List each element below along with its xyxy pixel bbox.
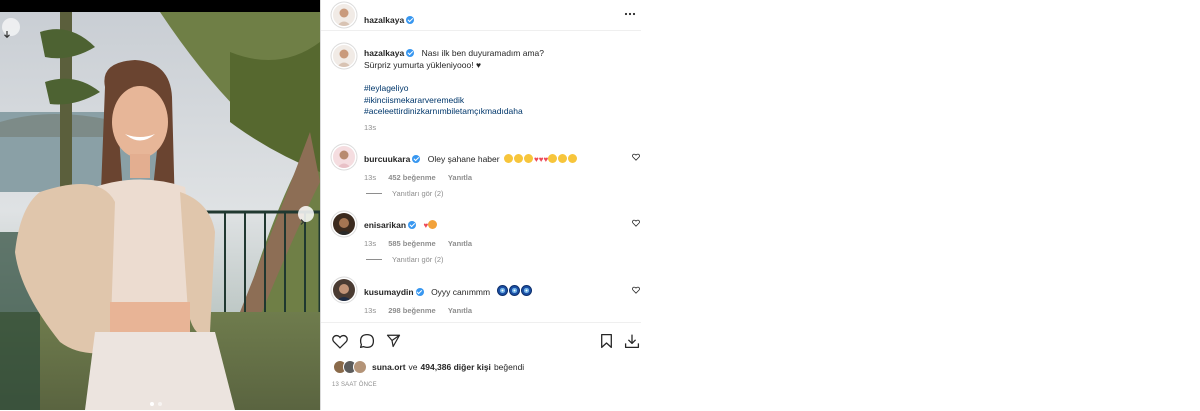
verified-icon [415, 288, 424, 296]
likes-summary: suna.ort ve 494,386 diğer kişi beğendi [333, 360, 524, 374]
comment-like-heart-icon[interactable] [632, 153, 640, 161]
avatar-image [333, 213, 355, 235]
replies-divider [366, 193, 382, 194]
comment-icon[interactable] [359, 333, 375, 349]
view-replies-label[interactable]: Yanıtları gör (2) [392, 255, 444, 264]
post-actions: suna.ort ve 494,386 diğer kişi beğendi 1… [321, 322, 641, 411]
post-timestamp: 13 SAAT ÖNCE [332, 382, 377, 388]
avatar-image [333, 146, 355, 168]
chevron-right-icon [300, 219, 305, 225]
download-icon [4, 31, 10, 39]
avatar-image [333, 4, 355, 26]
liker-username[interactable]: suna.ort [372, 362, 406, 372]
verified-icon [406, 49, 415, 57]
comment-likes[interactable]: 452 beğenme [388, 173, 436, 182]
verified-icon [406, 16, 415, 24]
caption-line-1: Nası ilk ben duyuramadım ama? [421, 48, 544, 58]
photo-top-bar [0, 0, 320, 12]
verified-icon [408, 221, 417, 229]
caption-time: 13s [364, 122, 377, 132]
comment-like-heart-icon[interactable] [632, 219, 640, 227]
comment-like-heart-icon[interactable] [632, 286, 640, 294]
comment-meta: 13s 452 beğenme Yanıtla [364, 173, 578, 182]
comment-avatar[interactable] [333, 279, 355, 301]
likes-connector: ve [408, 362, 418, 372]
post-photo[interactable] [0, 0, 320, 410]
likes-count[interactable]: 494,386 diğer kişi [421, 362, 491, 372]
comment-emojis [496, 282, 533, 299]
download-icon[interactable] [624, 333, 640, 349]
comment-time: 13s [364, 239, 377, 248]
comment-meta: 13s 298 beğenme Yanıtla [364, 306, 533, 315]
download-photo-button[interactable] [2, 18, 20, 39]
reply-button[interactable]: Yanıtla [448, 173, 472, 182]
share-icon[interactable] [386, 333, 401, 348]
replies-divider [366, 259, 382, 260]
comment-row: burcuukara Oley şahane haber ♥♥♥ 13s 452… [364, 149, 578, 182]
carousel-dot [150, 402, 154, 406]
view-replies[interactable]: Yanıtları gör (2) [366, 255, 444, 264]
comment-likes[interactable]: 585 beğenme [388, 239, 436, 248]
comment-row: kusumaydin Oyyy canımmm 13s 298 beğenme … [364, 282, 533, 315]
carousel-dots [150, 402, 162, 406]
heart-icon[interactable] [332, 334, 348, 349]
hashtag-link[interactable]: #leylageliyo [364, 83, 624, 95]
likes-suffix: beğendi [493, 362, 525, 372]
liker-avatars [333, 360, 367, 374]
reply-button[interactable]: Yanıtla [448, 239, 472, 248]
verified-icon [412, 155, 421, 163]
photo-illustration [0, 12, 320, 410]
caption-avatar[interactable] [333, 45, 355, 67]
hashtag-link[interactable]: #ikinciismekararveremedik [364, 95, 624, 107]
post-side-panel: hazalkaya hazalkaya Nası ilk ben duyuram… [320, 0, 641, 410]
bookmark-icon[interactable] [600, 333, 613, 349]
comment-text: Oley şahane haber [427, 154, 500, 164]
avatar-image [333, 45, 355, 67]
caption-block: hazalkaya Nası ilk ben duyuramadım ama? … [364, 46, 624, 134]
hashtag-link[interactable]: #aceleettirdinizkarnımbiletamçıkmadıdaha [364, 106, 624, 118]
post-header: hazalkaya [321, 0, 641, 31]
comment-meta: 13s 585 beğenme Yanıtla [364, 239, 472, 248]
comment-avatar[interactable] [333, 213, 355, 235]
carousel-dot [158, 402, 162, 406]
comment-time: 13s [364, 306, 377, 315]
liker-avatar [353, 360, 367, 374]
next-photo-button[interactable] [298, 206, 314, 225]
header-username-wrap: hazalkaya [364, 10, 415, 28]
comment-emojis: ♥ [424, 215, 439, 232]
comment-username[interactable]: kusumaydin [364, 287, 414, 297]
comment-emojis: ♥♥♥ [504, 149, 578, 166]
view-replies-label[interactable]: Yanıtları gör (2) [392, 189, 444, 198]
avatar[interactable] [333, 4, 355, 26]
avatar-image [333, 279, 355, 301]
comment-row: enisarikan ♥ 13s 585 beğenme Yanıtla [364, 215, 472, 248]
caption-username[interactable]: hazalkaya [364, 48, 404, 58]
comment-avatar[interactable] [333, 146, 355, 168]
comment-time: 13s [364, 173, 377, 182]
header-username[interactable]: hazalkaya [364, 15, 404, 25]
view-replies[interactable]: Yanıtları gör (2) [366, 189, 444, 198]
more-options-icon[interactable] [624, 11, 636, 17]
comment-username[interactable]: burcuukara [364, 154, 410, 164]
comment-likes[interactable]: 298 beğenme [388, 306, 436, 315]
comment-text: Oyyy canımmm [431, 287, 491, 297]
comment-username[interactable]: enisarikan [364, 220, 406, 230]
caption-line-2: Sürpriz yumurta yükleniyooo! ♥ [364, 60, 482, 70]
reply-button[interactable]: Yanıtla [448, 306, 472, 315]
